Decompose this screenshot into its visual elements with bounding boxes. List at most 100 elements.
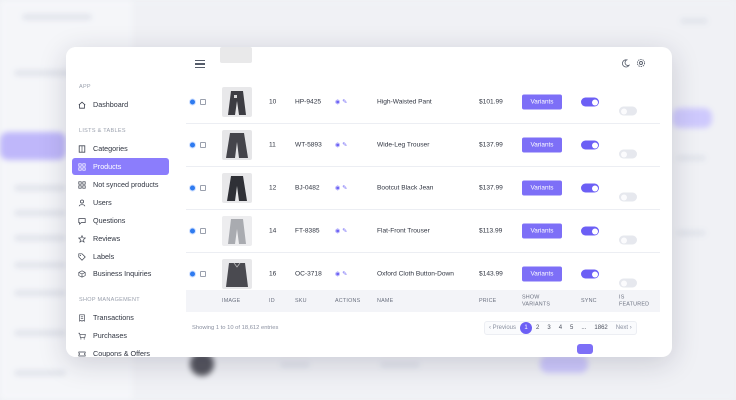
pagination-page[interactable]: 2 [532,322,543,334]
sidebar-item-categories[interactable]: Categories [72,140,169,157]
sidebar-item-questions[interactable]: Questions [72,212,169,229]
scroll-to-top-button[interactable] [577,344,593,354]
featured-toggle[interactable] [619,192,637,202]
sync-toggle[interactable] [581,97,599,107]
sidebar-item-label: Categories [93,144,128,153]
variants-button[interactable]: Variants [522,94,562,110]
pagination-page[interactable]: 1 [520,322,533,334]
sidebar-item-dashboard[interactable]: Dashboard [72,96,169,113]
cell-name: Flat-Front Trouser [377,227,430,235]
hamburger-icon[interactable] [195,60,205,69]
sidebar-item-reviews[interactable]: Reviews [72,230,169,247]
pagination-page[interactable]: 4 [555,322,566,334]
table-row: 11 WT-5893 ◉✎ Wide-Leg Trouser $137.99 V… [186,124,660,167]
sidebar-item-not-synced-products[interactable]: Not synced products [72,176,169,193]
sidebar-item-products[interactable]: Products [72,158,169,175]
sidebar-item-label: Business Inquiries [93,269,152,278]
pagination-next[interactable]: Next › [612,322,636,334]
sync-toggle[interactable] [581,140,599,150]
variants-button[interactable]: Variants [522,180,562,196]
cell-actions: ◉✎ [335,271,349,278]
cell-id: 10 [269,98,277,106]
featured-toggle[interactable] [619,235,637,245]
background-line [14,330,66,336]
gear-icon[interactable] [636,58,646,68]
sidebar-item-label: Reviews [93,234,121,243]
column-header-name[interactable]: NAME [377,298,393,305]
cell-actions: ◉✎ [335,228,349,235]
sidebar-item-coupons-offers[interactable]: Coupons & Offers [72,345,169,357]
row-checkbox[interactable] [200,99,206,105]
section-label-app: APP [79,84,91,90]
featured-toggle[interactable] [619,149,637,159]
sidebar-item-label: Coupons & Offers [93,349,150,357]
edit-icon[interactable]: ✎ [342,186,349,192]
product-thumbnail [222,173,252,203]
cart-icon [78,332,86,339]
table-row: 12 BJ-0482 ◉✎ Bootcut Black Jean $137.99… [186,167,660,210]
sync-toggle[interactable] [581,226,599,236]
row-radio[interactable] [189,141,196,149]
pagination-ellipsis: ... [581,325,587,331]
cell-name: Bootcut Black Jean [377,184,434,192]
sidebar-item-label: Purchases [93,331,127,340]
row-checkbox[interactable] [200,271,206,277]
row-radio[interactable] [189,227,196,235]
moon-icon[interactable] [621,59,630,68]
variants-button[interactable]: Variants [522,266,562,282]
cell-sku: HP-9425 [295,98,322,106]
cell-price: $101.99 [479,98,503,106]
edit-icon[interactable]: ✎ [342,229,349,235]
product-thumbnail [222,216,252,246]
sidebar-item-business-inquiries[interactable]: Business Inquiries [72,265,169,282]
table-row: 10 HP-9425 ◉✎ High-Waisted Pant $101.99 … [186,81,660,124]
pagination: ‹ Previous 1 2 3 4 5 ... 1862 Next › [484,321,637,335]
cell-sku: BJ-0482 [295,184,320,192]
variants-button[interactable]: Variants [522,223,562,239]
featured-toggle[interactable] [619,278,637,288]
background-button [540,355,588,373]
column-header-show-variants: SHOW VARIANTS [522,295,550,308]
edit-icon[interactable]: ✎ [342,143,349,149]
edit-icon[interactable]: ✎ [342,272,349,278]
column-header-sku[interactable]: SKU [295,298,307,305]
variants-button[interactable]: Variants [522,137,562,153]
sidebar-item-purchases[interactable]: Purchases [72,327,169,344]
row-checkbox[interactable] [200,185,206,191]
receipt-icon [79,313,85,322]
sidebar-item-transactions[interactable]: Transactions [72,309,169,326]
row-radio[interactable] [189,270,196,278]
background-line [14,262,66,268]
column-header-sync[interactable]: SYNC [581,298,597,305]
row-checkbox[interactable] [200,142,206,148]
cell-price: $143.99 [479,270,503,278]
pagination-page[interactable]: 5 [566,322,577,334]
edit-icon[interactable]: ✎ [342,100,349,106]
sync-toggle[interactable] [581,183,599,193]
pagination-page[interactable]: 1862 [590,322,611,334]
pagination-previous[interactable]: ‹ Previous [485,322,520,334]
row-radio[interactable] [189,184,196,192]
cell-price: $113.99 [479,227,503,235]
sidebar-item-labels[interactable]: Labels [72,248,169,265]
featured-toggle[interactable] [619,106,637,116]
sidebar-item-users[interactable]: Users [72,194,169,211]
column-header-id[interactable]: ID [269,298,275,305]
column-header-price[interactable]: PRICE [479,298,496,305]
sidebar-item-label: Users [93,198,112,207]
row-checkbox[interactable] [200,228,206,234]
background-line [14,185,66,191]
product-thumbnail [222,87,252,117]
star-icon [78,234,86,243]
pagination-page[interactable]: 3 [543,322,554,334]
sync-toggle[interactable] [581,269,599,279]
row-radio[interactable] [189,98,196,106]
product-thumbnail [222,130,252,160]
user-icon [78,199,86,206]
product-thumbnail [222,259,252,289]
background-line [676,155,706,161]
cell-price: $137.99 [479,141,503,149]
sidebar-item-label: Products [93,162,122,171]
entries-summary: Showing 1 to 10 of 18,612 entries [192,325,279,331]
column-header-image[interactable]: IMAGE [222,298,240,305]
